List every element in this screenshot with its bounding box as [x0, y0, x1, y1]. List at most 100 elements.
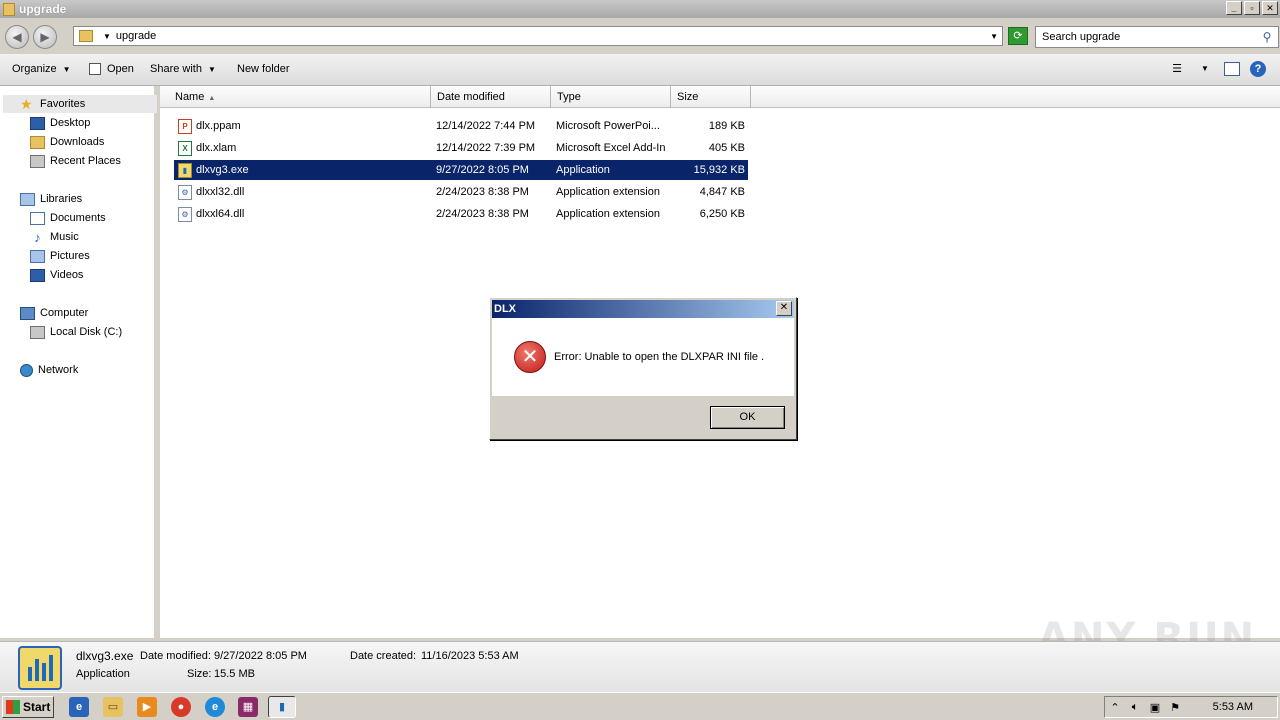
videos-icon — [30, 268, 45, 282]
nav-libraries-label: Libraries — [40, 193, 83, 205]
nav-item-pictures[interactable]: Pictures — [30, 247, 90, 265]
file-name: dlx.ppam — [196, 120, 241, 132]
explorer-folder-icon[interactable]: ▭ — [103, 697, 123, 717]
file-row-selected[interactable]: ▮ dlxvg3.exe 9/27/2022 8:05 PM Applicatio… — [174, 160, 748, 180]
music-icon: ♪ — [34, 229, 41, 245]
search-input[interactable]: Search upgrade ⚲ — [1035, 26, 1279, 48]
nav-item-label: Local Disk (C:) — [50, 326, 123, 338]
new-folder-button[interactable]: New folder — [237, 63, 290, 75]
forward-arrow-icon: ▶ — [40, 30, 50, 44]
nav-item-desktop[interactable]: Desktop — [30, 114, 90, 132]
details-date-created-label: Date created: — [350, 650, 417, 662]
nav-libraries[interactable]: Libraries — [20, 190, 82, 208]
error-dialog: DLX ✕ ✕ Error: Unable to open the DLXPAR… — [489, 297, 797, 440]
folder-icon — [79, 30, 93, 42]
column-header-type[interactable]: Type — [551, 86, 671, 108]
refresh-button[interactable]: ⟳ — [1008, 27, 1028, 45]
file-date: 9/27/2022 8:05 PM — [436, 164, 529, 176]
preview-pane-icon[interactable] — [1224, 62, 1240, 76]
command-toolbar: Organize ▼ Open Share with ▼ New folder … — [0, 54, 1280, 86]
action-center-flag-icon[interactable]: ⚑ — [1165, 701, 1185, 714]
nav-item-local-disk[interactable]: Local Disk (C:) — [30, 323, 122, 341]
file-row[interactable]: Pdlx.ppam 12/14/2022 7:44 PM Microsoft P… — [174, 116, 748, 136]
nav-item-label: Downloads — [50, 136, 105, 148]
column-header-name[interactable]: Name ▲ — [169, 86, 431, 108]
file-size: 189 KB — [708, 120, 745, 132]
winrar-icon[interactable]: ▦ — [238, 697, 258, 717]
nav-item-music[interactable]: ♪ Music — [30, 228, 79, 246]
nav-item-videos[interactable]: Videos — [30, 266, 83, 284]
nav-item-label: Music — [50, 231, 79, 243]
details-date-modified: 9/27/2022 8:05 PM — [214, 650, 307, 662]
nav-item-downloads[interactable]: Downloads — [30, 133, 104, 151]
navigation-pane: ★ Favorites Desktop Downloads Recent Pla… — [0, 86, 157, 638]
clock[interactable]: 5:53 AM — [1213, 701, 1253, 713]
details-file-name: dlxvg3.exe — [76, 649, 134, 663]
dll-icon: ⚙ — [178, 206, 192, 222]
change-view-icon[interactable]: ☰ — [1168, 61, 1186, 77]
file-row[interactable]: ⚙ dlxxl32.dll 2/24/2023 8:38 PM Applicati… — [174, 182, 748, 202]
column-header-size[interactable]: Size — [671, 86, 751, 108]
search-icon[interactable]: ⚲ — [1258, 28, 1276, 46]
excel-addin-icon: X — [178, 140, 192, 156]
window-title-bar[interactable]: upgrade _ ▫ ✕ — [0, 0, 1280, 18]
nav-item-label: Desktop — [50, 117, 91, 129]
edge-icon[interactable]: e — [205, 697, 225, 717]
forward-button[interactable]: ▶ — [33, 25, 57, 49]
file-name: dlx.xlam — [196, 142, 237, 154]
application-icon: ▮ — [178, 162, 192, 178]
nav-computer-label: Computer — [40, 307, 89, 319]
back-button[interactable]: ◀ — [5, 25, 29, 49]
chevron-down-icon[interactable]: ▼ — [1196, 61, 1214, 77]
nav-computer[interactable]: Computer — [20, 304, 88, 322]
organize-button[interactable]: Organize ▼ — [12, 63, 71, 75]
tray-expand-icon[interactable]: ⌃ — [1105, 701, 1125, 714]
file-row[interactable]: ⚙ dlxxl64.dll 2/24/2023 8:38 PM Applicati… — [174, 204, 748, 224]
share-with-button[interactable]: Share with ▼ — [150, 63, 216, 75]
dialog-close-button[interactable]: ✕ — [776, 301, 792, 316]
windows-logo-icon — [6, 700, 20, 714]
file-row[interactable]: Xdlx.xlam 12/14/2022 7:39 PM Microsoft E… — [174, 138, 748, 158]
close-button[interactable]: ✕ — [1262, 1, 1278, 15]
address-path[interactable]: upgrade — [116, 30, 156, 42]
dialog-body: ✕ Error: Unable to open the DLXPAR INI f… — [492, 318, 794, 396]
file-type: Application extension — [556, 208, 660, 220]
dialog-title-bar[interactable]: DLX ✕ — [492, 300, 794, 318]
file-date: 2/24/2023 8:38 PM — [436, 186, 529, 198]
powerpoint-addin-icon: P — [178, 118, 192, 134]
local-disk-icon — [30, 325, 45, 339]
folder-icon — [3, 2, 15, 16]
network-icon — [20, 363, 33, 377]
address-bar[interactable]: ▼ upgrade ▼ — [73, 26, 1003, 46]
address-row: ◀ ▶ ▼ upgrade ▼ ⟳ Search upgrade ⚲ — [0, 18, 1280, 54]
chrome-icon[interactable]: ● — [171, 697, 191, 717]
network-tray-icon[interactable]: ▣ — [1145, 701, 1165, 714]
help-icon[interactable]: ? — [1250, 61, 1266, 77]
chevron-right-icon[interactable]: ▼ — [103, 32, 111, 41]
file-size: 15,932 KB — [693, 164, 745, 176]
nav-network-label: Network — [38, 364, 79, 376]
nav-network[interactable]: Network — [20, 361, 78, 379]
address-dropdown-icon[interactable]: ▼ — [990, 32, 998, 41]
details-file-kind: Application — [76, 668, 130, 680]
media-player-icon[interactable]: ▶ — [137, 697, 157, 717]
taskbar: Start e ▭ ▶ ● e ▦ ▮ ⌃ 🔈︎ ▣ ⚑ 5:53 AM — [0, 692, 1280, 720]
nav-item-documents[interactable]: Documents — [30, 209, 106, 227]
ok-button[interactable]: OK — [710, 406, 785, 429]
file-type: Microsoft Excel Add-In — [556, 142, 666, 154]
chevron-down-icon: ▼ — [62, 64, 71, 74]
minimize-button[interactable]: _ — [1226, 1, 1242, 15]
dlx-taskbar-button[interactable]: ▮ — [268, 696, 296, 718]
nav-favorites[interactable]: ★ Favorites — [3, 95, 157, 113]
maximize-button[interactable]: ▫ — [1244, 1, 1260, 15]
nav-item-recent-places[interactable]: Recent Places — [30, 152, 121, 170]
nav-item-label: Documents — [50, 212, 106, 224]
details-size-label: Size: — [187, 668, 212, 680]
open-button[interactable]: Open — [89, 63, 134, 75]
column-header-date[interactable]: Date modified — [431, 86, 551, 108]
volume-icon[interactable]: 🔈︎ — [1125, 701, 1145, 714]
nav-item-label: Pictures — [50, 250, 90, 262]
start-button[interactable]: Start — [2, 696, 54, 718]
file-date: 12/14/2022 7:39 PM — [436, 142, 536, 154]
internet-explorer-icon[interactable]: e — [69, 697, 89, 717]
